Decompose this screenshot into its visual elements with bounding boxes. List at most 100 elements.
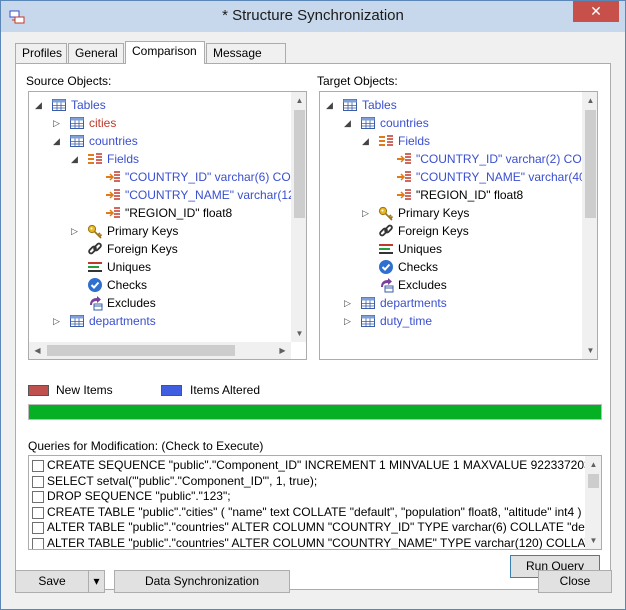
tree-expand-icon[interactable]: ▷ — [53, 114, 63, 132]
data-synchronization-button[interactable]: Data Synchronization — [114, 570, 290, 593]
tree-node[interactable]: "COUNTRY_ID" varchar(2) COL — [320, 150, 588, 168]
query-checkbox[interactable] — [32, 491, 44, 503]
tab-message-log[interactable]: Message Log — [206, 43, 286, 78]
tree-node[interactable]: ◢ countries — [29, 132, 287, 150]
tree-node[interactable]: ▷ cities — [29, 114, 287, 132]
tree-node[interactable]: ◢ Tables — [320, 96, 578, 114]
tree-collapse-icon[interactable]: ◢ — [326, 96, 336, 114]
tree-node[interactable]: ▷ departments — [29, 312, 287, 330]
tree-node-label: "COUNTRY_ID" varchar(6) COLL — [125, 170, 305, 184]
tab-profiles[interactable]: Profiles — [15, 43, 67, 63]
tree-node[interactable]: ◢ countries — [320, 114, 578, 132]
scroll-thumb[interactable] — [294, 110, 305, 218]
tree-node[interactable]: Checks — [320, 258, 578, 276]
query-row[interactable]: DROP SEQUENCE "public"."123"; — [29, 488, 583, 505]
scroll-thumb[interactable] — [47, 345, 235, 356]
tree-expand-icon[interactable]: ▷ — [344, 312, 354, 330]
tree-node[interactable]: "REGION_ID" float8 — [320, 186, 578, 204]
tree-node[interactable]: Foreign Keys — [320, 222, 578, 240]
tree-expand-icon[interactable]: ▷ — [53, 312, 63, 330]
window-close-button[interactable]: ✕ — [573, 1, 619, 22]
tree-node-label: Fields — [398, 134, 431, 148]
scroll-thumb[interactable] — [585, 110, 596, 218]
tree-node-label: "REGION_ID" float8 — [125, 206, 233, 220]
query-checkbox[interactable] — [32, 475, 44, 488]
save-button[interactable]: Save — [16, 571, 88, 592]
table-icon — [361, 315, 375, 327]
tree-node[interactable]: Excludes — [320, 276, 578, 294]
tree-node[interactable]: Checks — [29, 276, 287, 294]
target-tree[interactable]: ▷ duty_time ▷ departments Excludes Checks Uniq… — [319, 91, 598, 360]
progress-bar — [28, 404, 602, 420]
tree-node[interactable]: "COUNTRY_NAME" varchar(40) — [320, 168, 590, 186]
tree-node[interactable]: Foreign Keys — [29, 240, 287, 258]
tree-node[interactable]: Uniques — [29, 258, 287, 276]
save-split-button[interactable]: Save ▾ — [15, 570, 105, 593]
close-button[interactable]: Close — [538, 570, 612, 593]
tree-collapse-icon[interactable]: ◢ — [344, 114, 354, 132]
tree-collapse-icon[interactable]: ◢ — [362, 132, 372, 150]
queries-vscroll[interactable]: ▲ ▼ — [585, 456, 601, 549]
tree-expand-icon[interactable]: ▷ — [344, 294, 354, 312]
check-icon — [379, 260, 393, 274]
tree-node[interactable]: ◢ Fields — [320, 132, 578, 150]
structure-sync-window: * Structure Synchronization ✕ Profiles G… — [0, 0, 626, 610]
tree-node[interactable]: Excludes — [29, 294, 287, 312]
tree-expand-icon[interactable]: ▷ — [71, 222, 81, 240]
scroll-down-icon[interactable]: ▼ — [585, 532, 601, 549]
tree-node[interactable]: "COUNTRY_ID" varchar(6) COLL — [29, 168, 304, 186]
field-icon — [106, 189, 120, 200]
tab-comparison[interactable]: Comparison — [125, 41, 205, 64]
tree-node[interactable]: ▷ Primary Keys — [320, 204, 578, 222]
scroll-thumb[interactable] — [588, 474, 599, 488]
tree-node[interactable]: ◢ Tables — [29, 96, 287, 114]
source-tree[interactable]: ▷ departments Excludes Checks Uniques Foreign… — [28, 91, 307, 360]
query-checkbox[interactable] — [32, 506, 44, 519]
query-row[interactable]: CREATE SEQUENCE "public"."Component_ID" … — [29, 457, 601, 474]
title-bar[interactable]: * Structure Synchronization ✕ — [1, 1, 625, 32]
key-icon — [87, 224, 103, 239]
scroll-down-icon[interactable]: ▼ — [582, 342, 597, 359]
query-row[interactable]: CREATE TABLE "public"."cities" ( "name" … — [29, 504, 583, 521]
query-row[interactable]: ALTER TABLE "public"."countries" ALTER C… — [29, 535, 601, 549]
tree-node[interactable]: ▷ departments — [320, 294, 578, 312]
scroll-down-icon[interactable]: ▼ — [291, 325, 306, 342]
query-checkbox[interactable] — [32, 537, 44, 549]
scroll-up-icon[interactable]: ▲ — [582, 92, 597, 109]
queries-list[interactable]: ALTER TABLE "public"."countries" ALTER C… — [28, 455, 602, 550]
tree-node[interactable]: "COUNTRY_NAME" varchar(120 — [29, 186, 301, 204]
tree-node-label: cities — [89, 116, 117, 130]
new-items-swatch — [28, 385, 49, 396]
tree-node[interactable]: ▷ duty_time — [320, 312, 578, 330]
source-tree-vscroll[interactable]: ▲ ▼ — [291, 92, 306, 342]
save-dropdown-icon[interactable]: ▾ — [88, 571, 104, 592]
query-text: CREATE SEQUENCE "public"."Component_ID" … — [47, 458, 602, 472]
scroll-up-icon[interactable]: ▲ — [291, 92, 306, 109]
scroll-right-icon[interactable]: ▶ — [274, 342, 291, 359]
target-tree-vscroll[interactable]: ▲ ▼ — [582, 92, 597, 359]
query-checkbox[interactable] — [32, 460, 44, 472]
link-icon — [379, 224, 393, 237]
query-row[interactable]: SELECT setval('"public"."Component_ID"',… — [29, 473, 583, 490]
tree-collapse-icon[interactable]: ◢ — [35, 96, 45, 114]
fields-icon — [88, 153, 102, 164]
query-text: CREATE TABLE "public"."cities" ( "name" … — [47, 504, 582, 519]
tree-node-label: Excludes — [398, 278, 447, 292]
scroll-up-icon[interactable]: ▲ — [585, 456, 601, 473]
tree-node[interactable]: ▷ Primary Keys — [29, 222, 287, 240]
tree-node[interactable]: Uniques — [320, 240, 578, 258]
tree-collapse-icon[interactable]: ◢ — [71, 150, 81, 168]
query-row[interactable]: ALTER TABLE "public"."countries" ALTER C… — [29, 519, 601, 536]
tab-general[interactable]: General — [68, 43, 124, 63]
tree-node-label: Checks — [107, 278, 148, 292]
tree-collapse-icon[interactable]: ◢ — [53, 132, 63, 150]
tree-node[interactable]: "REGION_ID" float8 — [29, 204, 287, 222]
query-checkbox[interactable] — [32, 522, 44, 534]
tree-node-label: "COUNTRY_NAME" varchar(120 — [125, 188, 302, 202]
tree-expand-icon[interactable]: ▷ — [362, 204, 372, 222]
source-tree-hscroll[interactable]: ◀ ▶ — [29, 342, 291, 359]
query-text: ALTER TABLE "public"."countries" ALTER C… — [47, 520, 602, 534]
scroll-left-icon[interactable]: ◀ — [29, 342, 46, 359]
tree-node[interactable]: ◢ Fields — [29, 150, 287, 168]
tree-node-label: countries — [89, 134, 138, 148]
